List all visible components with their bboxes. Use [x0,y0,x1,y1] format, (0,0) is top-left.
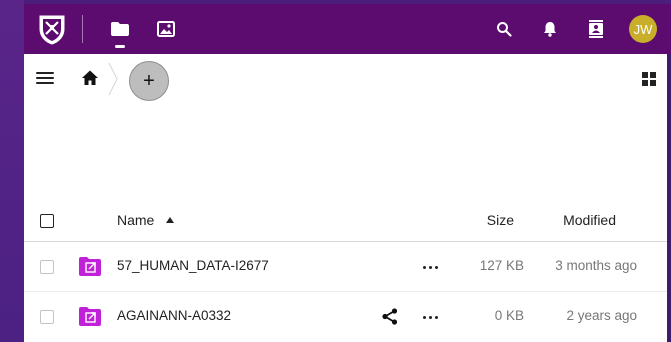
header-divider [82,15,83,43]
breadcrumb-separator [108,62,118,96]
new-button[interactable]: + [129,61,169,101]
plus-icon: + [143,70,155,92]
avatar[interactable]: JW [629,15,657,43]
grid-view-icon[interactable] [642,72,656,86]
row-checkbox[interactable] [40,260,54,274]
select-all-checkbox[interactable] [40,214,54,228]
hamburger-menu-icon[interactable] [36,72,54,86]
university-crest-icon[interactable] [34,11,70,47]
column-header-name-label: Name [117,212,155,228]
file-name[interactable]: 57_HUMAN_DATA-I2677 [117,258,269,273]
row-checkbox[interactable] [40,310,54,324]
more-actions-icon[interactable] [423,310,439,324]
top-header: JW [24,4,671,54]
file-size: 127 KB [479,258,524,273]
files-app-icon[interactable] [105,4,135,54]
file-modified: 2 years ago [566,308,637,323]
shared-folder-icon [79,257,101,276]
active-app-indicator [115,45,125,48]
bell-icon[interactable] [535,14,565,44]
file-modified: 3 months ago [555,258,637,273]
files-content: + Name Size Modified 57_HUMAN_DATA-I2677… [24,54,667,342]
file-name[interactable]: AGAINANN-A0332 [117,308,231,323]
table-header: Name Size Modified [24,200,667,242]
column-header-name[interactable]: Name [117,212,175,228]
files-toolbar: + [24,54,667,106]
table-row[interactable]: 57_HUMAN_DATA-I2677 127 KB 3 months ago [24,242,667,292]
search-icon[interactable] [489,14,519,44]
share-icon[interactable] [382,308,398,325]
contacts-icon[interactable] [581,14,611,44]
image-icon[interactable] [151,4,181,54]
file-size: 0 KB [494,308,524,323]
scrollbar-track[interactable] [667,54,671,342]
column-header-modified[interactable]: Modified [563,212,616,228]
home-icon[interactable] [81,69,99,87]
left-strip [0,0,24,342]
more-actions-icon[interactable] [423,260,439,274]
sort-ascending-icon [166,217,175,223]
table-row[interactable]: AGAINANN-A0332 0 KB 2 years ago [24,292,667,342]
shared-folder-icon [79,307,101,326]
column-header-size[interactable]: Size [487,212,514,228]
